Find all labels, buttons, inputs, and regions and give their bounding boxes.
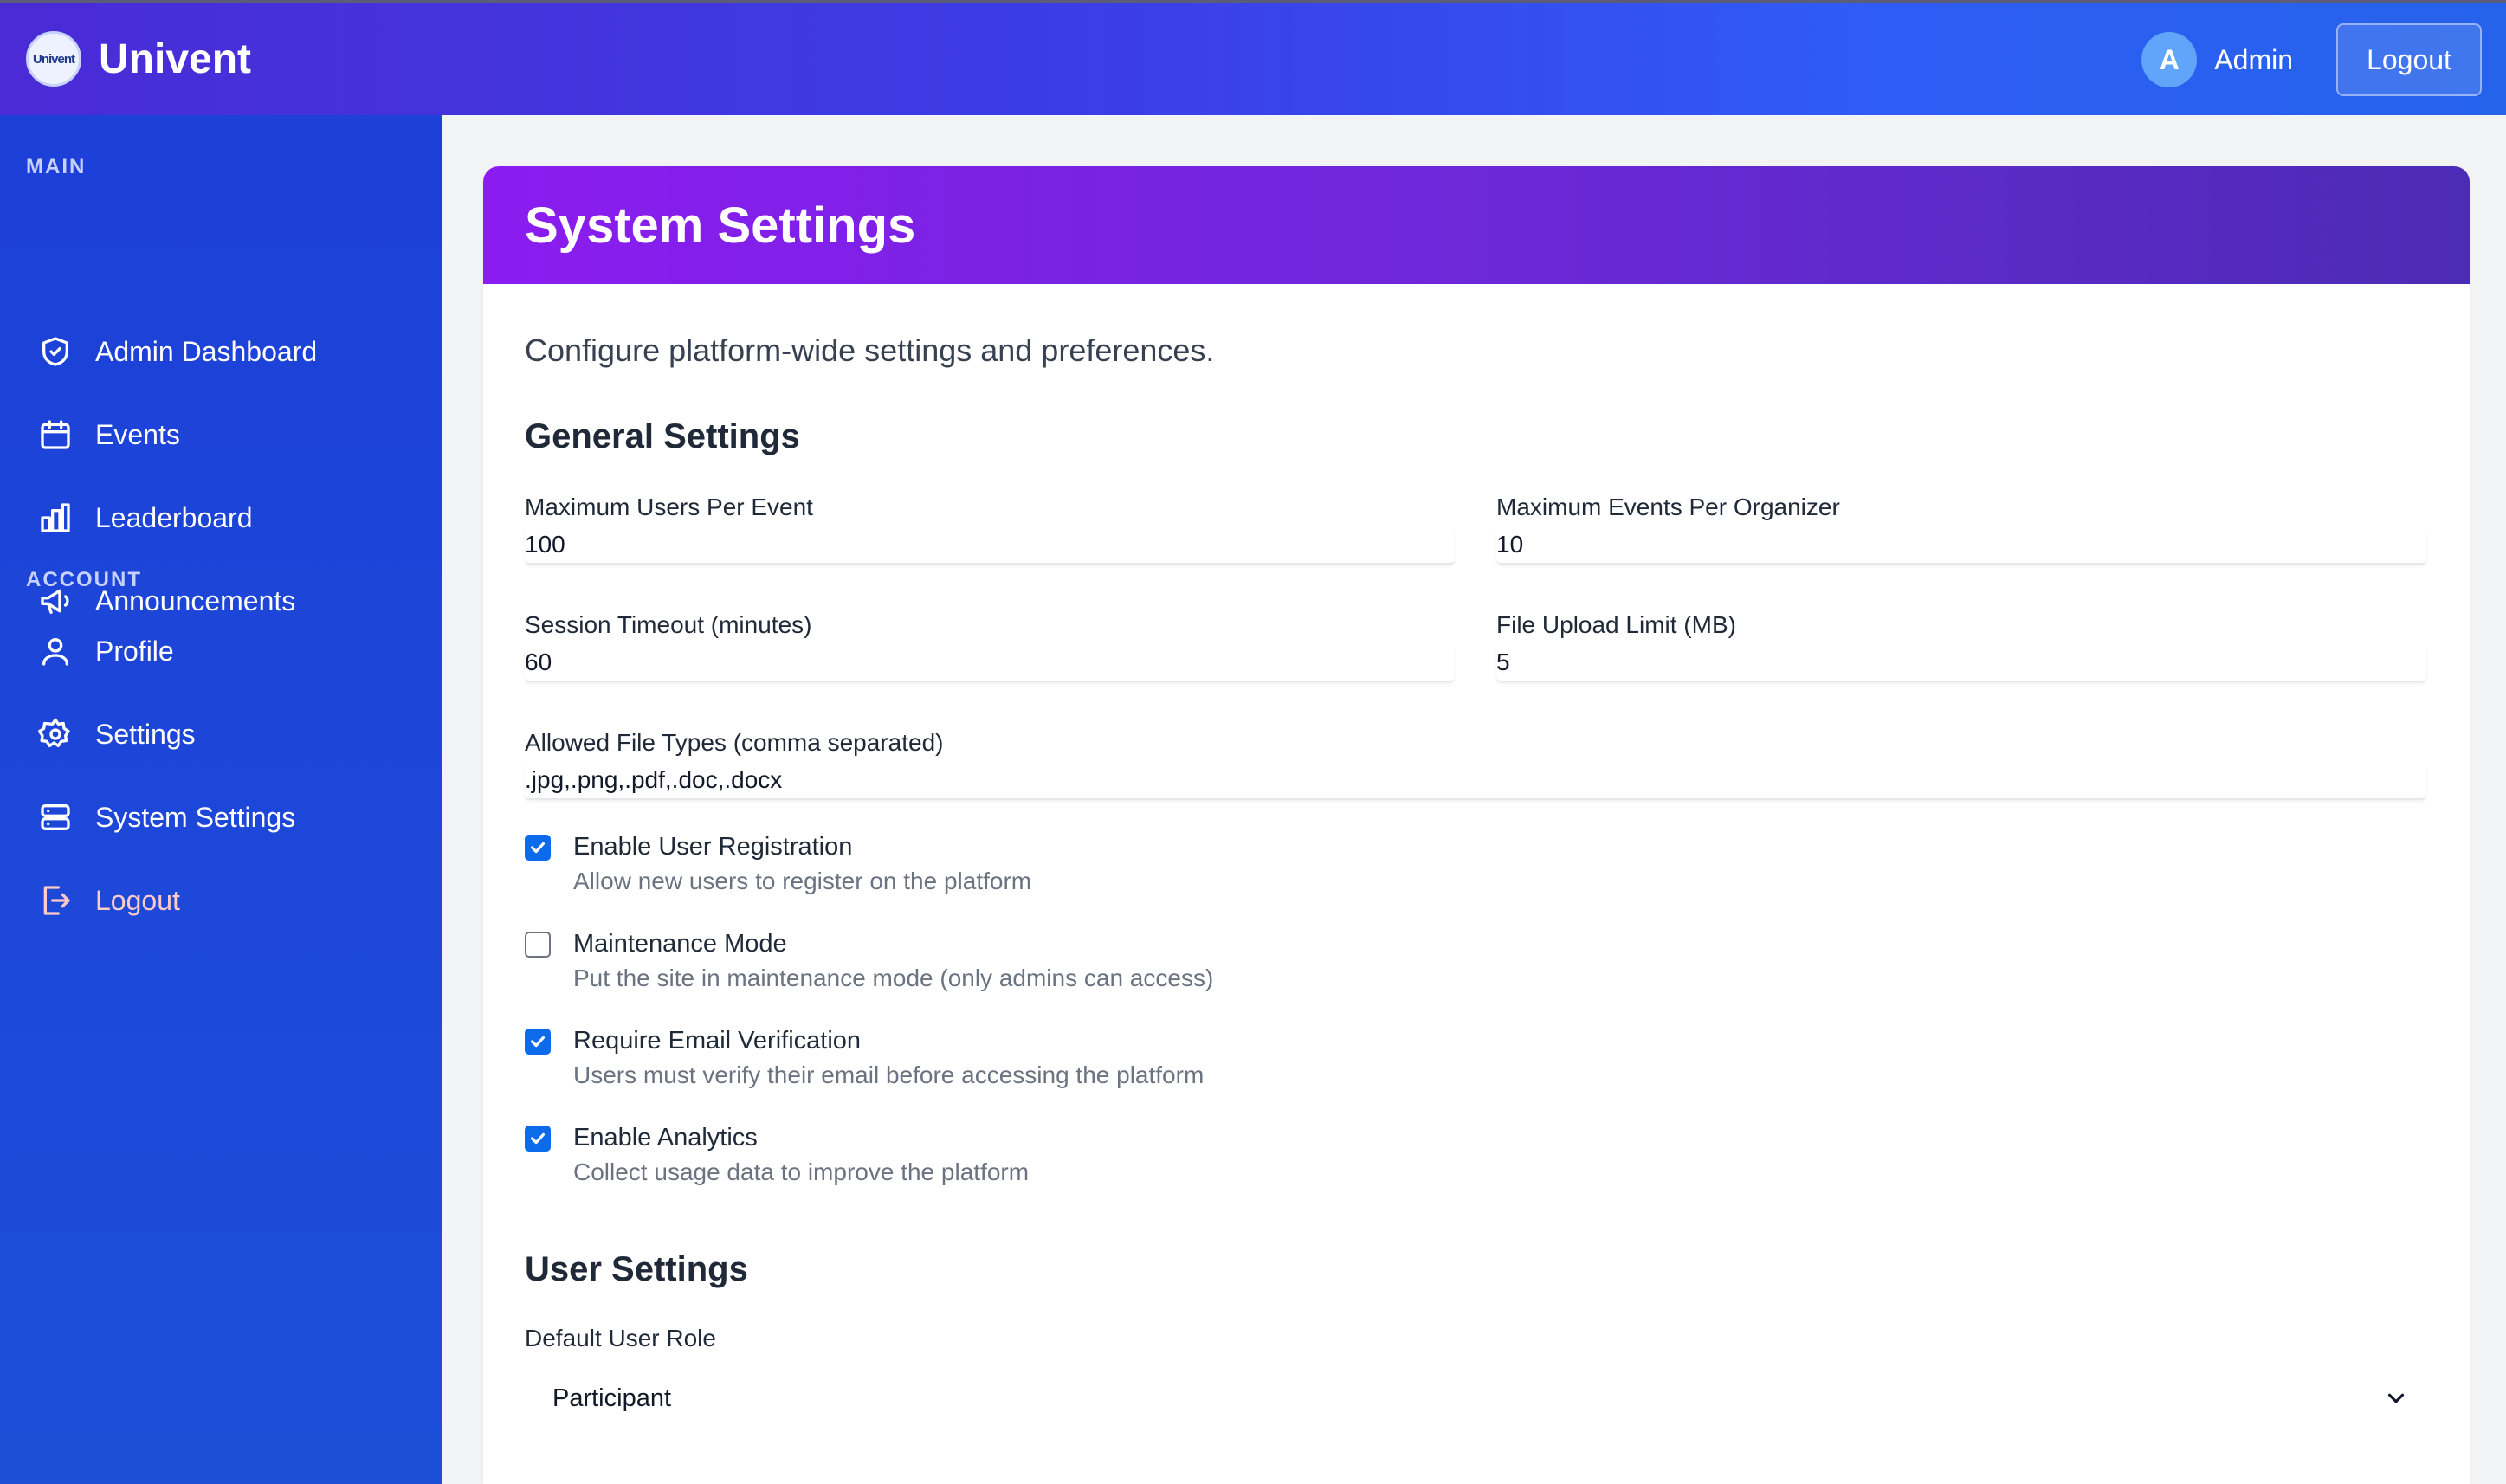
shield-icon xyxy=(42,337,69,366)
enable-analytics-checkbox[interactable] xyxy=(525,1126,551,1152)
sidebar-item-events[interactable]: Events xyxy=(26,404,424,465)
enable-registration-help: Allow new users to register on the platf… xyxy=(573,868,1032,894)
maintenance-mode-checkbox[interactable] xyxy=(525,932,551,958)
checkmark-icon xyxy=(530,1132,546,1145)
max-events-input[interactable] xyxy=(1496,526,2426,565)
email-verification-label[interactable]: Require Email Verification xyxy=(573,1027,861,1055)
max-users-input[interactable] xyxy=(525,526,1455,565)
sidebar-item-logout[interactable]: Logout xyxy=(26,870,424,931)
sidebar-item-profile[interactable]: Profile xyxy=(26,621,424,681)
maintenance-mode-help: Put the site in maintenance mode (only a… xyxy=(573,965,1214,991)
user-area: A Admin Logout xyxy=(2141,23,2482,96)
session-timeout-label: Session Timeout (minutes) xyxy=(525,611,812,638)
sidebar-item-label: Profile xyxy=(95,635,174,667)
logout-icon xyxy=(43,886,70,915)
max-users-label: Maximum Users Per Event xyxy=(525,494,813,520)
page-description: Configure platform-wide settings and pre… xyxy=(525,332,1215,368)
bar-chart-icon xyxy=(41,503,70,532)
sidebar-item-system-settings[interactable]: System Settings xyxy=(26,787,424,848)
sidebar-item-label: Leaderboard xyxy=(95,501,253,533)
user-settings-heading: User Settings xyxy=(525,1250,748,1288)
checkmark-icon xyxy=(530,842,546,854)
email-verification-checkbox[interactable] xyxy=(525,1029,551,1055)
session-timeout-input[interactable] xyxy=(525,644,1455,682)
sidebar-item-label: Settings xyxy=(95,718,196,750)
sidebar-item-label: Logout xyxy=(95,884,180,916)
enable-registration-label[interactable]: Enable User Registration xyxy=(573,833,852,861)
server-icon xyxy=(41,804,70,830)
general-settings-heading: General Settings xyxy=(525,417,800,455)
email-verification-help: Users must verify their email before acc… xyxy=(573,1061,1205,1088)
default-role-select[interactable]: Participant xyxy=(525,1359,2426,1437)
sidebar-item-settings[interactable]: Settings xyxy=(26,704,424,765)
sidebar-item-label: Events xyxy=(95,418,180,450)
user-icon xyxy=(42,638,69,666)
avatar[interactable]: A xyxy=(2141,32,2198,87)
settings-card: System Settings Configure platform-wide … xyxy=(483,166,2470,1484)
enable-analytics-label[interactable]: Enable Analytics xyxy=(573,1124,758,1152)
user-name[interactable]: Admin xyxy=(2214,44,2293,76)
logout-button[interactable]: Logout xyxy=(2336,23,2482,96)
upload-limit-label: File Upload Limit (MB) xyxy=(1496,611,1736,638)
sidebar-item-admin-dashboard[interactable]: Admin Dashboard xyxy=(26,321,424,382)
top-navbar: Univent Univent A Admin Logout xyxy=(0,0,2506,115)
file-types-label: Allowed File Types (comma separated) xyxy=(525,729,944,756)
brand[interactable]: Univent Univent xyxy=(26,31,251,87)
univent-logo: Univent xyxy=(26,31,81,87)
sidebar-item-leaderboard[interactable]: Leaderboard xyxy=(26,487,424,548)
enable-analytics-help: Collect usage data to improve the platfo… xyxy=(573,1158,1030,1185)
chevron-down-icon xyxy=(2387,1393,2405,1403)
sidebar-section-account: ACCOUNT xyxy=(26,568,142,591)
brand-name: Univent xyxy=(99,35,252,82)
card-header: System Settings xyxy=(483,166,2470,284)
file-types-input[interactable] xyxy=(525,762,2426,800)
calendar-icon xyxy=(41,420,70,449)
gear-icon xyxy=(38,718,70,747)
sidebar-item-label: System Settings xyxy=(95,801,296,833)
default-role-value: Participant xyxy=(552,1384,672,1412)
max-events-label: Maximum Events Per Organizer xyxy=(1496,494,1840,520)
upload-limit-input[interactable] xyxy=(1496,644,2426,682)
maintenance-mode-label[interactable]: Maintenance Mode xyxy=(573,930,787,958)
default-role-label: Default User Role xyxy=(525,1325,716,1352)
checkmark-icon xyxy=(530,1036,546,1048)
enable-registration-checkbox[interactable] xyxy=(525,835,551,861)
sidebar-item-label: Admin Dashboard xyxy=(95,335,318,367)
page-title: System Settings xyxy=(525,197,916,254)
sidebar-section-main: MAIN xyxy=(26,155,87,178)
